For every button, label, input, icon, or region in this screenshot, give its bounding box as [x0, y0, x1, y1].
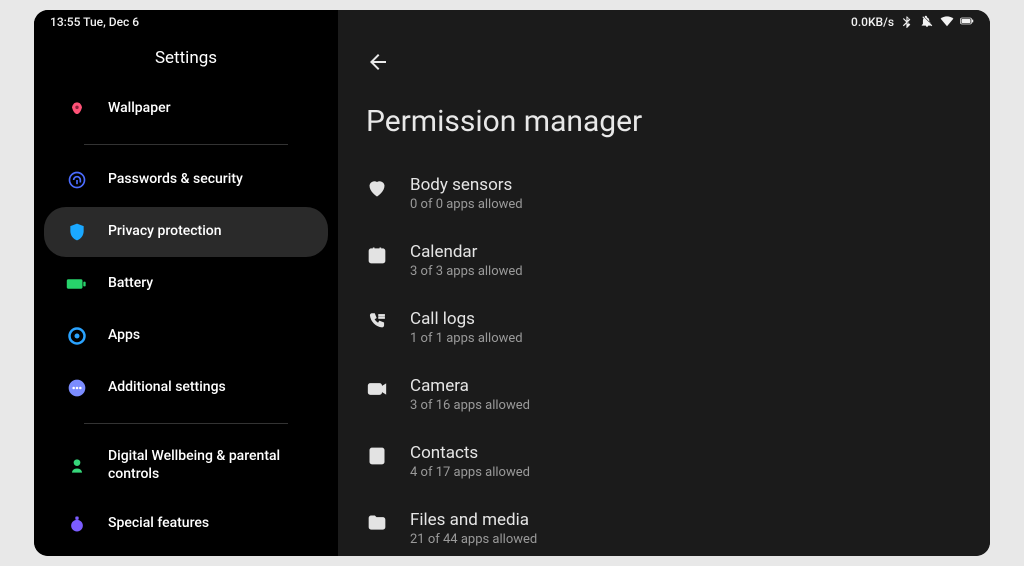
sidebar-item-apps[interactable]: Apps — [44, 311, 328, 361]
sidebar-item-label: Digital Wellbeing & parental controls — [108, 448, 316, 483]
sidebar-item-special-features[interactable]: Special features — [44, 499, 328, 549]
heart-icon — [366, 177, 388, 199]
divider — [84, 144, 288, 145]
permission-call-logs[interactable]: Call logs 1 of 1 apps allowed — [338, 297, 990, 364]
sidebar-item-passwords-security[interactable]: Passwords & security — [44, 155, 328, 205]
sidebar-item-label: Apps — [108, 327, 316, 345]
permission-title: Contacts — [410, 443, 530, 463]
sidebar-item-label: Special features — [108, 515, 316, 533]
back-button[interactable] — [366, 50, 390, 74]
permission-title: Camera — [410, 376, 530, 396]
shield-icon — [66, 221, 88, 243]
permission-subtitle: 4 of 17 apps allowed — [410, 465, 530, 480]
sidebar-item-additional-settings[interactable]: Additional settings — [44, 363, 328, 413]
phone-log-icon — [366, 311, 388, 333]
sidebar-item-label: Privacy protection — [108, 223, 316, 241]
sidebar-item-digital-wellbeing[interactable]: Digital Wellbeing & parental controls — [44, 434, 328, 497]
main-panel: Permission manager Body sensors 0 of 0 a… — [338, 10, 990, 556]
permission-subtitle: 0 of 0 apps allowed — [410, 197, 523, 212]
wallpaper-icon — [66, 98, 88, 120]
sidebar-item-battery[interactable]: Battery — [44, 259, 328, 309]
settings-sidebar: Settings Wallpaper Passwords & security … — [34, 10, 338, 556]
app-window: 13:55 Tue, Dec 6 0.0KB/s Settings Wallpa… — [34, 10, 990, 556]
sidebar-item-wallpaper[interactable]: Wallpaper — [44, 84, 328, 134]
permission-title: Call logs — [410, 309, 523, 329]
camera-icon — [366, 378, 388, 400]
apps-icon — [66, 325, 88, 347]
permission-camera[interactable]: Camera 3 of 16 apps allowed — [338, 364, 990, 431]
permission-subtitle: 3 of 3 apps allowed — [410, 264, 523, 279]
calendar-icon — [366, 244, 388, 266]
permission-body-sensors[interactable]: Body sensors 0 of 0 apps allowed — [338, 163, 990, 230]
sidebar-item-label: Additional settings — [108, 379, 316, 397]
permission-title: Body sensors — [410, 175, 523, 195]
permission-title: Files and media — [410, 510, 537, 530]
permission-calendar[interactable]: Calendar 3 of 3 apps allowed — [338, 230, 990, 297]
sidebar-item-privacy-protection[interactable]: Privacy protection — [44, 207, 328, 257]
permission-contacts[interactable]: Contacts 4 of 17 apps allowed — [338, 431, 990, 498]
permission-subtitle: 21 of 44 apps allowed — [410, 532, 537, 547]
battery-nav-icon — [66, 273, 88, 295]
permission-subtitle: 1 of 1 apps allowed — [410, 331, 523, 346]
permission-title: Calendar — [410, 242, 523, 262]
permission-files-media[interactable]: Files and media 21 of 44 apps allowed — [338, 498, 990, 556]
contacts-icon — [366, 445, 388, 467]
sidebar-title: Settings — [34, 38, 338, 82]
sidebar-item-label: Battery — [108, 275, 316, 293]
page-title: Permission manager — [338, 104, 990, 163]
sidebar-item-label: Passwords & security — [108, 171, 316, 189]
dots-icon — [66, 377, 88, 399]
permission-subtitle: 3 of 16 apps allowed — [410, 398, 530, 413]
divider — [84, 423, 288, 424]
folder-icon — [366, 512, 388, 534]
fingerprint-icon — [66, 169, 88, 191]
special-icon — [66, 513, 88, 535]
wellbeing-icon — [66, 455, 88, 477]
sidebar-item-label: Wallpaper — [108, 100, 316, 118]
